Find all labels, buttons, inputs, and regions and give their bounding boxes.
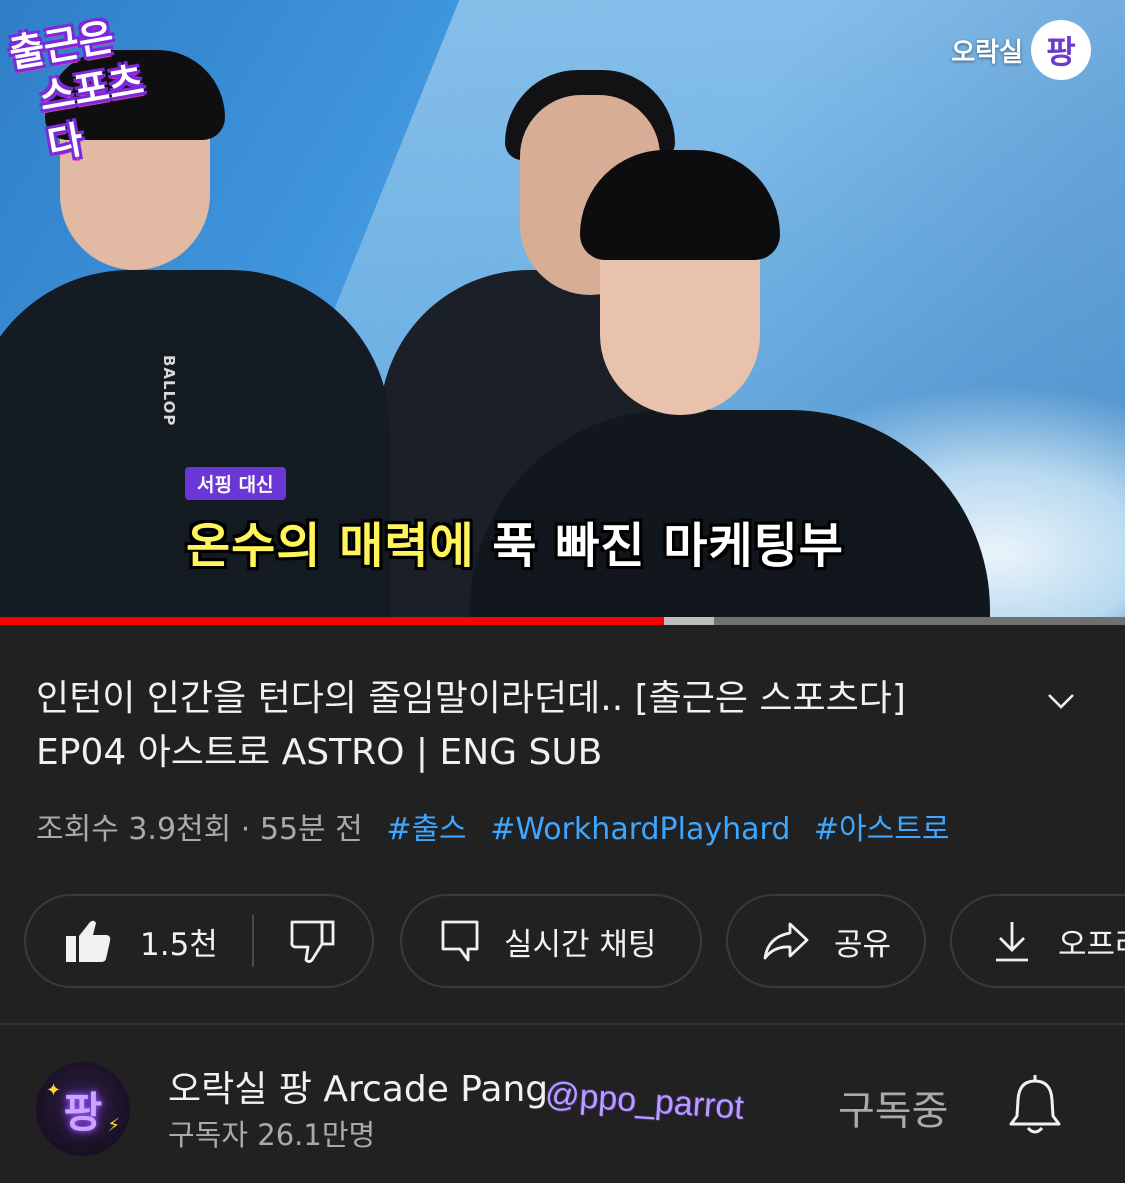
channel-watermark-bug: 오락실 팡 bbox=[951, 20, 1091, 80]
shirt-brand-text: BALLOP bbox=[160, 355, 178, 427]
chevron-down-icon[interactable] bbox=[1044, 684, 1078, 718]
subtitle-rest: 푹 빠진 마케팅부 bbox=[474, 518, 844, 574]
share-label: 공유 bbox=[834, 926, 892, 963]
chat-icon bbox=[441, 920, 479, 962]
subtitle-highlight: 온수의 매력에 bbox=[186, 518, 475, 574]
download-label: 오프라 bbox=[1058, 926, 1125, 963]
channel-name[interactable]: 오락실 팡 Arcade Pang bbox=[168, 1060, 548, 1112]
subscribed-button[interactable]: 구독중 bbox=[838, 1078, 948, 1136]
show-logo: 출근은 스포츠다 bbox=[6, 14, 147, 167]
thumbs-down-icon bbox=[290, 920, 335, 963]
video-title-line2: EP04 아스트로 ASTRO | ENG SUB bbox=[36, 732, 603, 773]
like-button[interactable]: 1.5천 bbox=[26, 918, 252, 964]
hashtag-link[interactable]: #아스트로 bbox=[814, 812, 950, 847]
user-watermark: @ppo_parrot bbox=[543, 1075, 746, 1127]
subtitle-caption-small: 서핑 대신 bbox=[185, 467, 286, 500]
video-title-line1: 인턴이 인간을 턴다의 줄임말이라던데.. [출근은 스포츠다] bbox=[36, 678, 906, 719]
view-count-and-age: 조회수 3.9천회 · 55분 전 bbox=[36, 812, 363, 847]
share-button[interactable]: 공유 bbox=[726, 894, 926, 988]
download-icon bbox=[996, 922, 1028, 962]
video-player[interactable]: BALLOP 출근은 스포츠다 오락실 팡 서핑 대신 온수의 매력에 푹 빠진… bbox=[0, 0, 1125, 625]
hashtag-link[interactable]: #WorkhardPlayhard bbox=[490, 812, 790, 847]
live-chat-label: 실시간 채팅 bbox=[504, 926, 657, 963]
like-count: 1.5천 bbox=[140, 926, 218, 963]
thumbs-up-icon bbox=[66, 920, 111, 962]
hashtag-link[interactable]: #출스 bbox=[386, 812, 466, 847]
sparkle-icon: ✦ bbox=[46, 1080, 62, 1101]
video-progress-bar[interactable] bbox=[0, 617, 1125, 625]
channel-bug-text: 오락실 bbox=[951, 37, 1023, 68]
progress-played bbox=[0, 617, 664, 625]
avatar-text: 팡 bbox=[63, 1087, 103, 1137]
lightning-icon: ⚡ bbox=[107, 1115, 120, 1136]
video-meta: 조회수 3.9천회 · 55분 전 #출스 #WorkhardPlayhard … bbox=[36, 804, 949, 848]
dislike-button[interactable] bbox=[254, 918, 372, 964]
section-divider bbox=[0, 1023, 1125, 1025]
live-chat-button[interactable]: 실시간 채팅 bbox=[400, 894, 702, 988]
download-button[interactable]: 오프라 bbox=[950, 894, 1125, 988]
video-title[interactable]: 인턴이 인간을 턴다의 줄임말이라던데.. [출근은 스포츠다] EP04 아스… bbox=[36, 672, 996, 780]
subtitle-caption-main: 온수의 매력에 푹 빠진 마케팅부 bbox=[186, 506, 844, 576]
channel-avatar[interactable]: 팡 ✦ ⚡ bbox=[36, 1062, 130, 1156]
channel-bug-logo: 팡 bbox=[1031, 20, 1091, 80]
like-dislike-group: 1.5천 bbox=[24, 894, 374, 988]
share-icon bbox=[763, 922, 809, 960]
bell-icon[interactable] bbox=[1006, 1072, 1064, 1138]
subscriber-count: 구독자 26.1만명 bbox=[168, 1118, 376, 1152]
